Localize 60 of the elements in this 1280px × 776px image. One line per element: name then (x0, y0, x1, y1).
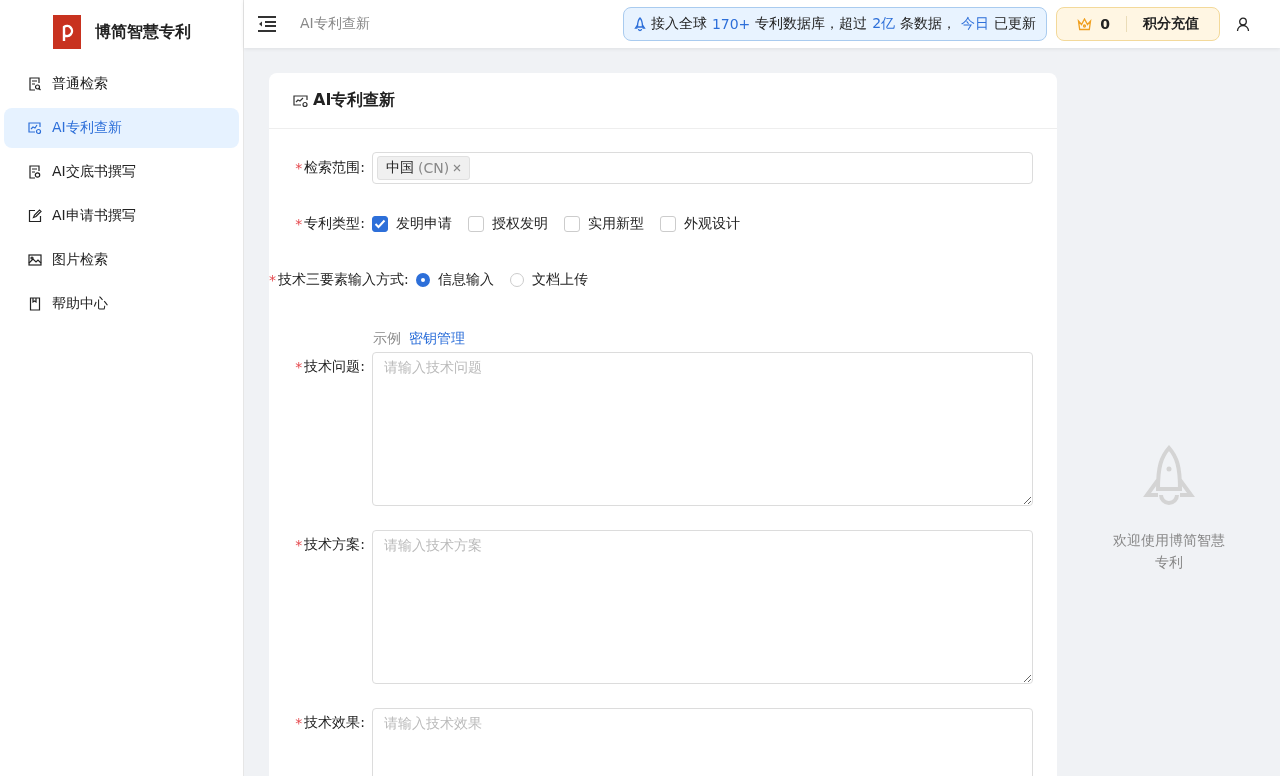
notice-text: 今日 (961, 15, 990, 33)
rocket-icon (633, 16, 646, 32)
notice-text: 2亿 (872, 15, 896, 33)
field-label: 技术问题: (304, 358, 365, 376)
edit-icon (28, 209, 42, 223)
country-tag: 中国 (CN) (377, 156, 471, 180)
checkbox-label: 外观设计 (684, 215, 740, 233)
sidebar-item[interactable]: 图片检索 (4, 240, 239, 280)
points-count: 0 (1100, 16, 1110, 32)
checkbox-label: 发明申请 (396, 215, 452, 233)
text-area[interactable]: 请输入技术效果 (372, 708, 1033, 776)
sidebar-item[interactable]: AI专利查新 (4, 108, 239, 148)
text-area[interactable]: 请输入技术方案 (372, 530, 1033, 684)
radio-label: 文档上传 (531, 271, 588, 289)
sidebar-item[interactable]: AI申请书撰写 (4, 196, 239, 236)
user-icon[interactable] (1236, 16, 1250, 32)
radio-button[interactable] (415, 273, 430, 287)
chart-document-icon (28, 121, 42, 135)
notice-text: 专利数据库，超过 (755, 15, 868, 33)
text-area[interactable]: 请输入技术问题 (372, 352, 1033, 506)
scope-select[interactable]: 中国 (CN) (372, 152, 1033, 184)
link[interactable]: 示例 (373, 330, 401, 348)
welcome-text: 欢迎使用博简智慧专利 (1111, 531, 1226, 572)
close-icon[interactable] (453, 164, 462, 172)
field-label: 技术方案: (304, 536, 365, 554)
checkbox-label: 实用新型 (588, 215, 644, 233)
radio-label: 信息输入 (437, 271, 494, 289)
sidebar-item[interactable]: 帮助中心 (4, 284, 239, 324)
notice-text: 接入全球 (650, 15, 707, 33)
notice-text: 已更新 (994, 15, 1037, 33)
field-label: 检索范围: (304, 159, 365, 177)
sidebar-item[interactable]: 普通检索 (4, 64, 239, 104)
search-document-icon (28, 77, 42, 91)
notice-text: 条数据， (900, 15, 957, 33)
field-label: 技术效果: (304, 714, 365, 732)
document-icon (28, 165, 42, 179)
card-title: AI专利查新 (313, 90, 396, 111)
breadcrumb: AI专利查新 (300, 15, 370, 33)
checkbox-label: 授权发明 (492, 215, 548, 233)
required-mark: * (295, 216, 303, 232)
brand-name: 博简智慧专利 (94, 21, 191, 43)
required-mark: * (295, 537, 303, 553)
checkbox[interactable] (372, 216, 388, 232)
book-icon (28, 297, 42, 311)
required-mark: * (295, 160, 303, 176)
link[interactable]: 密钥管理 (409, 330, 465, 348)
field-label: 专利类型: (304, 215, 365, 233)
menu-icon[interactable] (257, 15, 277, 33)
notice-text: 170+ (711, 16, 751, 32)
required-mark: * (269, 272, 276, 288)
image-icon (28, 253, 42, 267)
sidebar-item[interactable]: AI交底书撰写 (4, 152, 239, 192)
crown-icon (1077, 17, 1093, 31)
chart-icon (293, 93, 309, 108)
recharge-button[interactable]: 积分充值 (1127, 9, 1219, 39)
field-label: 技术三要素输入方式: (278, 271, 409, 289)
logo-icon (52, 15, 81, 49)
required-mark: * (295, 359, 303, 375)
required-mark: * (295, 715, 303, 731)
rocket-icon (1142, 445, 1195, 507)
